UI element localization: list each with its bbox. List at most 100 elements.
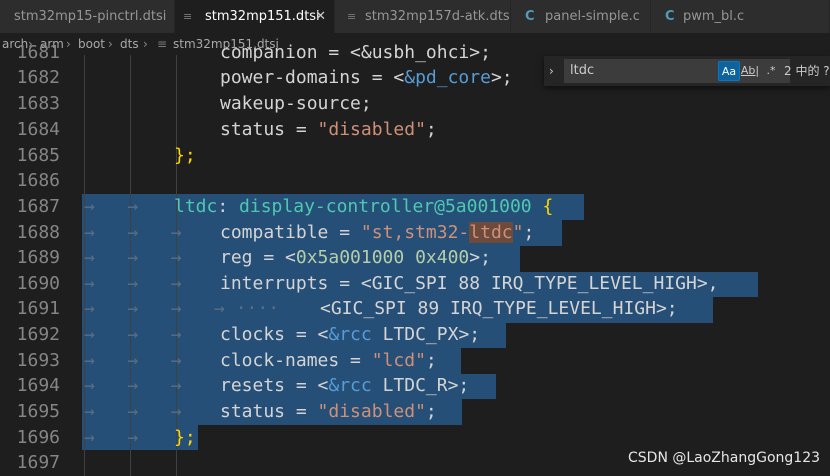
- tab-stm32mp157d-atk[interactable]: ≡ stm32mp157d-atk.dts: [335, 0, 511, 33]
- file-icon: ≡: [183, 10, 193, 23]
- line-number: 1693: [16, 350, 60, 371]
- line-number: 1687: [16, 196, 60, 217]
- line-number: 1689: [16, 247, 60, 268]
- breadcrumb-item[interactable]: boot: [78, 33, 105, 55]
- code-token: };: [174, 145, 196, 166]
- code-token: :: [217, 196, 240, 217]
- tab-stm32mp151[interactable]: ≡ stm32mp151.dtsi ✕: [175, 0, 335, 33]
- code-token: LTDC_PX: [371, 324, 459, 345]
- code-token: 0x400: [415, 247, 470, 268]
- code-line: resets = <&rcc LTDC_R>;: [220, 375, 469, 396]
- tab-label: panel-simple.c: [545, 9, 640, 24]
- code-line: clocks = <&rcc LTDC_PX>;: [220, 324, 480, 345]
- code-token: ": [512, 222, 524, 243]
- code-token: interrupts = <: [220, 273, 372, 294]
- code-token: &pd_core: [404, 67, 491, 88]
- file-icon: ≡: [157, 37, 168, 51]
- code-token: resets = <: [220, 375, 329, 396]
- code-token: power-domains = <: [220, 67, 405, 88]
- tab-pwm-bl[interactable]: C pwm_bl.c: [651, 0, 830, 33]
- code-token: display-controller@5a001000: [239, 196, 532, 217]
- regex-toggle[interactable]: .*: [760, 61, 782, 81]
- tab-bar: stm32mp15-pinctrl.dtsi ≡ stm32mp151.dtsi…: [0, 0, 830, 33]
- line-number: 1690: [16, 273, 60, 294]
- line-number: 1684: [16, 119, 60, 140]
- line-number: 1697: [16, 452, 60, 473]
- code-token: ;: [425, 119, 437, 140]
- code-token: >,: [696, 273, 719, 294]
- chevron-right-icon[interactable]: ›: [549, 56, 554, 86]
- code-line: power-domains = <&pd_core>;: [220, 67, 513, 88]
- whitespace-marker: → → →: [84, 273, 182, 294]
- code-token: 0x5a001000: [295, 247, 405, 268]
- find-widget: › ltdc Aa Ab| .* 2 中的 ?: [544, 56, 830, 86]
- code-token: "lcd": [371, 350, 426, 371]
- line-number: 1683: [16, 93, 60, 114]
- code-token: clock-names =: [220, 350, 372, 371]
- code-line: reg = <0x5a001000 0x400>;: [220, 247, 491, 268]
- code-token: status =: [220, 119, 318, 140]
- code-token: >;: [458, 324, 481, 345]
- c-file-icon: C: [525, 9, 535, 24]
- line-number: 1696: [16, 427, 60, 448]
- tab-panel-simple[interactable]: C panel-simple.c: [511, 0, 651, 33]
- whitespace-marker: → → → → ····: [84, 298, 280, 319]
- code-line: };: [174, 145, 196, 166]
- line-number: 1682: [16, 67, 60, 88]
- watermark: CSDN @LaoZhangGong123: [628, 450, 821, 466]
- code-line: };: [174, 427, 196, 448]
- code-token: reg = <: [220, 247, 296, 268]
- whitespace-marker: → → →: [84, 247, 182, 268]
- close-icon[interactable]: ✕: [315, 0, 326, 33]
- line-number: 1681: [16, 42, 60, 63]
- code-token: <: [320, 298, 331, 319]
- find-result-count: 2 中的 ?: [784, 64, 830, 78]
- whitespace-marker: → → →: [84, 375, 182, 396]
- whitespace-marker: → → →: [84, 401, 182, 422]
- whitespace-marker: → →: [84, 427, 139, 448]
- code-token: ltdc: [174, 196, 218, 217]
- code-token: ;: [425, 350, 437, 371]
- code-token: {: [542, 196, 554, 217]
- code-token: GIC_SPI 89 IRQ_TYPE_LEVEL_HIGH: [330, 298, 656, 319]
- tab-label: pwm_bl.c: [683, 9, 745, 24]
- chevron-right-icon: ›: [143, 37, 148, 51]
- code-token: GIC_SPI 88 IRQ_TYPE_LEVEL_HIGH: [371, 273, 697, 294]
- tab-label: stm32mp151.dtsi: [205, 9, 320, 24]
- search-match: ltdc: [469, 222, 513, 243]
- code-token: LTDC_R: [371, 375, 448, 396]
- code-line: interrupts = <GIC_SPI 88 IRQ_TYPE_LEVEL_…: [220, 273, 719, 294]
- file-icon: ≡: [347, 10, 357, 23]
- code-token: clocks = <: [220, 324, 329, 345]
- code-token: >;: [469, 247, 491, 268]
- line-number: 1694: [16, 375, 60, 396]
- c-file-icon: C: [665, 9, 675, 24]
- code-line: ltdc: display-controller@5a001000 {: [174, 196, 553, 217]
- whole-word-toggle[interactable]: Ab|: [739, 61, 761, 81]
- code-line: status = "disabled";: [220, 119, 437, 140]
- code-token: >;: [447, 375, 470, 396]
- code-line: clock-names = "lcd";: [220, 350, 437, 371]
- breadcrumb-item[interactable]: dts: [120, 33, 139, 55]
- code-token: ;: [425, 401, 437, 422]
- code-token: >;: [655, 298, 678, 319]
- code-line: wakeup-source;: [220, 93, 372, 114]
- code-token: "disabled": [317, 119, 426, 140]
- whitespace-marker: → → →: [84, 324, 182, 345]
- line-number: 1691: [16, 298, 60, 319]
- code-token: status =: [220, 401, 318, 422]
- code-token: &rcc: [328, 324, 372, 345]
- tab-stm32mp15-pinctrl[interactable]: stm32mp15-pinctrl.dtsi: [0, 0, 175, 33]
- line-number: 1686: [16, 170, 60, 191]
- code-line: companion = <&usbh_ohci>;: [220, 42, 491, 63]
- whitespace-marker: → → →: [84, 350, 182, 371]
- tab-label: stm32mp15-pinctrl.dtsi: [14, 9, 167, 24]
- line-number: 1688: [16, 222, 60, 243]
- code-token: compatible =: [220, 222, 361, 243]
- whitespace-marker: → →: [84, 196, 139, 217]
- chevron-right-icon: ›: [66, 37, 71, 51]
- code-line: status = "disabled";: [220, 401, 437, 422]
- code-line: compatible = "st,stm32-ltdc";: [220, 222, 534, 243]
- match-case-toggle[interactable]: Aa: [718, 61, 740, 81]
